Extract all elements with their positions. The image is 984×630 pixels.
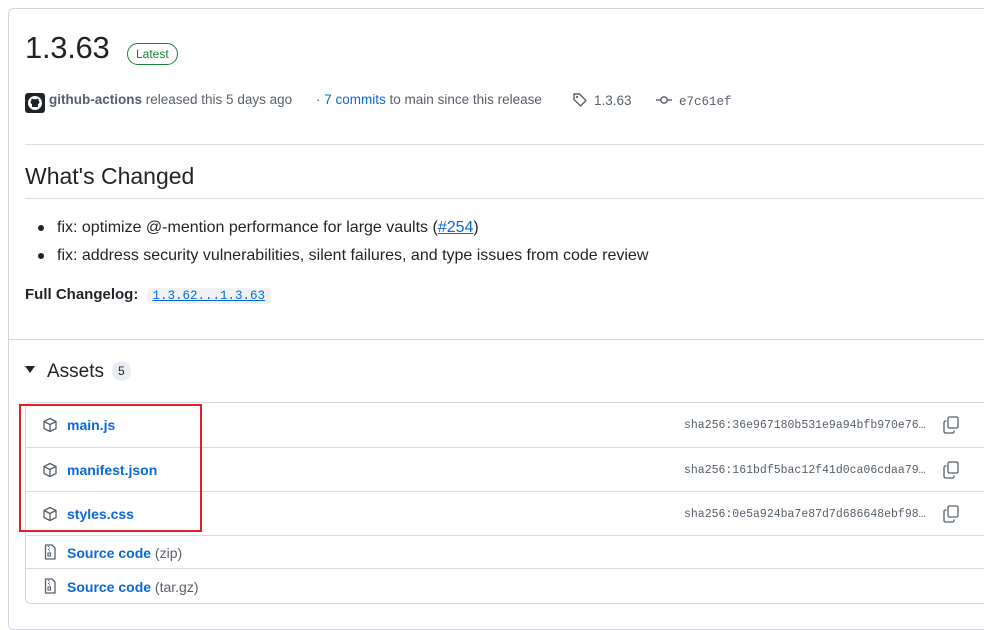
release-date: released this 5 days ago <box>145 92 293 107</box>
asset-sha: sha256:36e967180b531e9a94bfb970e76c1… <box>684 419 932 432</box>
tag-link[interactable]: 1.3.63 <box>572 92 632 111</box>
tag-icon <box>572 92 588 111</box>
latest-badge: Latest <box>127 43 178 65</box>
changelog-link[interactable]: 1.3.62...1.3.63 <box>146 288 272 304</box>
source-row: Source code (zip) <box>26 535 984 569</box>
asset-sha: sha256:161bdf5bac12f41d0ca06cdaa79be… <box>684 464 932 477</box>
change-text: fix: optimize @-mention performance for … <box>57 219 438 236</box>
tag-label: 1.3.63 <box>594 93 632 108</box>
separator-dot: · <box>316 92 321 107</box>
package-icon <box>42 462 58 483</box>
list-item: fix: address security vulnerabilities, s… <box>38 244 648 272</box>
full-changelog: Full Changelog: 1.3.62...1.3.63 <box>25 286 272 304</box>
source-zip-link[interactable]: Source code (zip) <box>67 545 182 561</box>
asset-row: manifest.json sha256:161bdf5bac12f41d0ca… <box>26 447 984 492</box>
source-targz-link[interactable]: Source code (tar.gz) <box>67 579 199 595</box>
asset-row: styles.css sha256:0e5a924ba7e87d7d686648… <box>26 491 984 536</box>
commit-sha: e7c61ef <box>679 95 732 109</box>
copy-icon[interactable] <box>943 416 959 439</box>
changes-list: fix: optimize @-mention performance for … <box>38 216 648 272</box>
package-icon <box>42 417 58 438</box>
commits-link[interactable]: 7 commits <box>324 92 386 107</box>
release-title[interactable]: 1.3.63 <box>25 30 110 66</box>
section-divider <box>9 339 984 340</box>
header-divider <box>25 144 984 145</box>
change-text: fix: address security vulnerabilities, s… <box>57 247 649 264</box>
release-author[interactable]: github-actions <box>49 92 142 107</box>
change-text-close: ) <box>473 219 479 236</box>
issue-link[interactable]: #254 <box>438 219 474 236</box>
file-zip-icon <box>42 544 58 565</box>
source-ext: (zip) <box>154 545 183 561</box>
triangle-down-icon <box>25 366 35 374</box>
package-icon <box>42 506 58 527</box>
git-commit-icon <box>655 92 673 111</box>
assets-heading: Assets <box>47 361 105 382</box>
asset-link[interactable]: styles.css <box>67 506 134 522</box>
heading-underline <box>25 198 984 199</box>
assets-toggle[interactable]: Assets 5 <box>25 361 131 383</box>
commit-link[interactable]: e7c61ef <box>655 92 732 111</box>
source-row: Source code (tar.gz) <box>26 568 984 604</box>
list-item: fix: optimize @-mention performance for … <box>38 216 648 244</box>
copy-icon[interactable] <box>943 505 959 528</box>
commits-suffix: to main since this release <box>389 92 542 107</box>
asset-link[interactable]: main.js <box>67 417 115 433</box>
assets-list: main.js sha256:36e967180b531e9a94bfb970e… <box>25 402 984 604</box>
source-label: Source code <box>67 545 152 561</box>
github-mark-icon[interactable] <box>25 93 45 113</box>
asset-row: main.js sha256:36e967180b531e9a94bfb970e… <box>26 403 984 447</box>
changelog-label: Full Changelog: <box>25 286 139 303</box>
file-zip-icon <box>42 578 58 599</box>
copy-icon[interactable] <box>943 461 959 484</box>
source-ext: (tar.gz) <box>154 579 199 595</box>
asset-link[interactable]: manifest.json <box>67 462 157 478</box>
source-label: Source code <box>67 579 152 595</box>
assets-count-badge: 5 <box>112 361 131 381</box>
whats-changed-heading: What's Changed <box>25 163 195 189</box>
asset-sha: sha256:0e5a924ba7e87d7d686648ebf983f… <box>684 508 932 521</box>
